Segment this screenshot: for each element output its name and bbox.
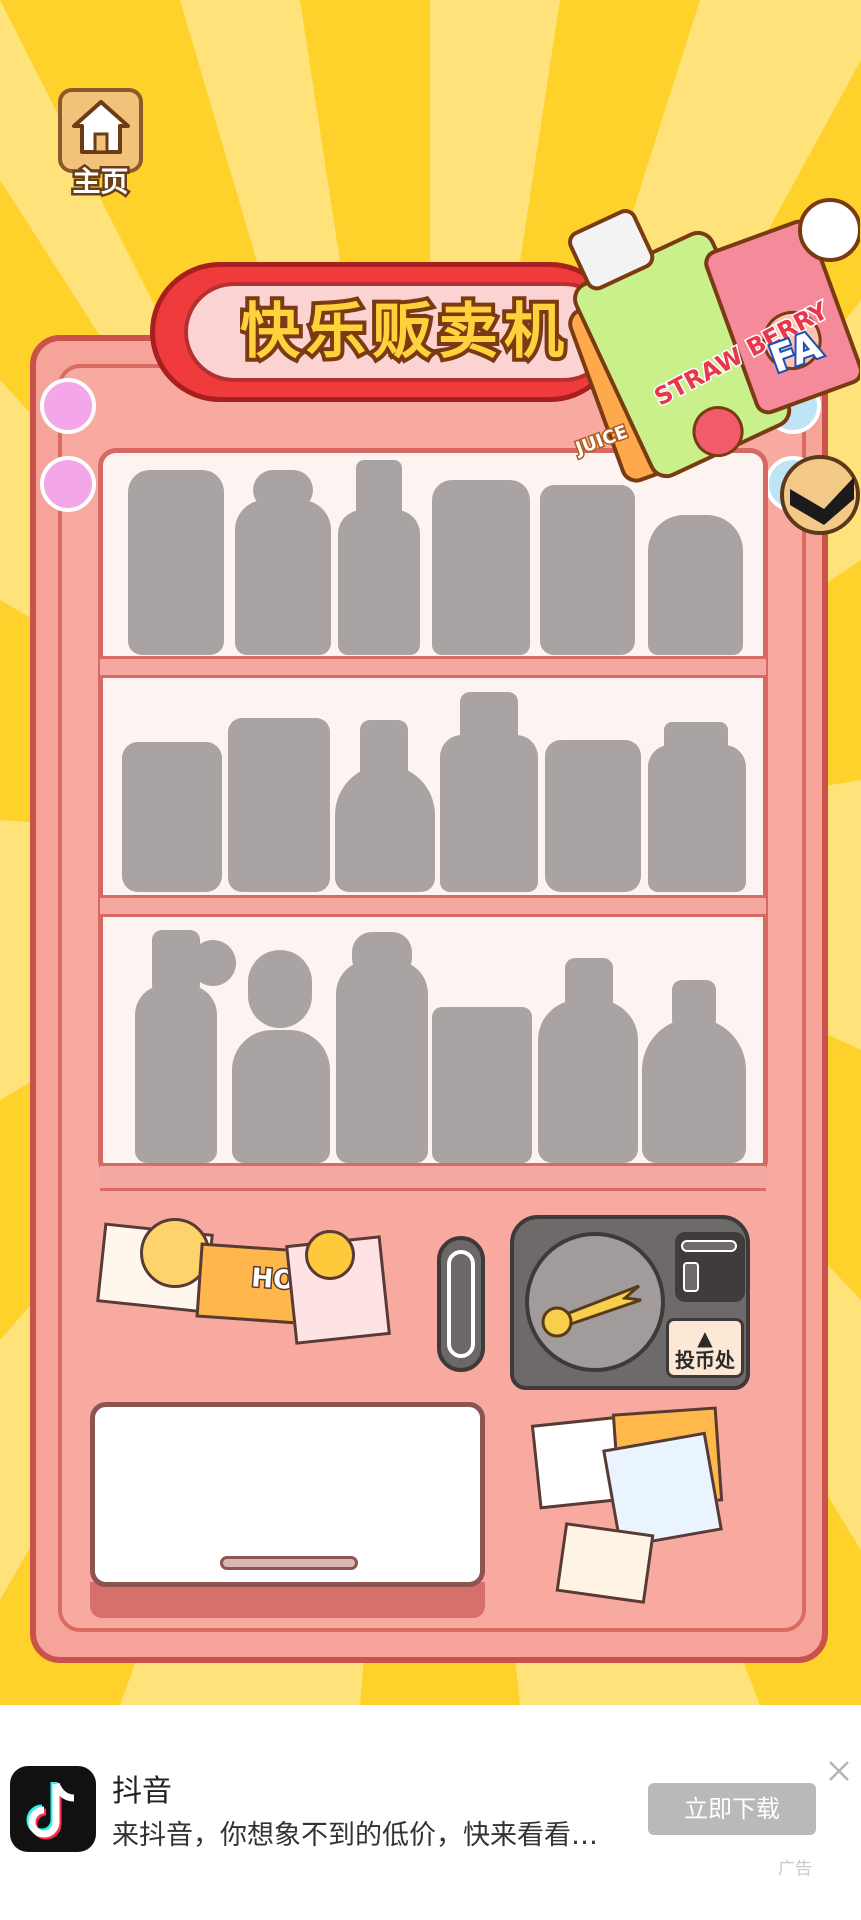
drink-silhouette-cap [565, 958, 613, 1013]
pickup-tray-shadow [90, 1582, 485, 1618]
drink-silhouette[interactable] [228, 718, 330, 892]
coin-insert-text: 投币处 [675, 1348, 735, 1372]
drink-silhouette[interactable] [648, 515, 743, 655]
download-button[interactable]: 立即下载 [648, 1783, 816, 1835]
drink-silhouette[interactable] [122, 742, 222, 892]
coin-sticker [305, 1230, 355, 1280]
pickup-tray-handle[interactable] [220, 1556, 358, 1570]
drink-silhouette-cap [248, 950, 312, 1028]
key-icon [541, 1284, 642, 1338]
home-icon [72, 100, 130, 154]
ad-tag: 广告 [778, 1859, 812, 1879]
drink-silhouette[interactable] [540, 485, 635, 655]
poster-sticker [555, 1522, 655, 1604]
side-knob [40, 456, 96, 512]
ad-title: 抖音 [112, 1774, 172, 1809]
drink-silhouette[interactable] [335, 765, 435, 892]
drink-silhouette[interactable] [432, 1007, 532, 1163]
home-label: 主页 [70, 163, 131, 201]
drink-silhouette-flower [190, 940, 236, 986]
drink-silhouette[interactable] [545, 740, 641, 892]
close-icon[interactable] [826, 1758, 852, 1784]
drink-silhouette[interactable] [440, 735, 538, 892]
coin-slot[interactable] [675, 1232, 745, 1302]
drink-silhouette-cap [664, 722, 728, 757]
shelf [100, 656, 766, 678]
drink-silhouette-cap [352, 932, 412, 978]
drink-silhouette[interactable] [232, 1030, 330, 1163]
drink-silhouette[interactable] [128, 470, 224, 655]
drink-silhouette-cap [460, 692, 518, 747]
shelf [100, 1163, 766, 1191]
drink-silhouette[interactable] [336, 960, 428, 1163]
drink-silhouette-cap [356, 460, 402, 520]
drink-silhouette[interactable] [642, 1018, 746, 1163]
drink-silhouette[interactable] [432, 480, 530, 655]
drink-silhouette[interactable] [648, 745, 746, 892]
shelf [100, 895, 766, 917]
drink-silhouette[interactable] [338, 510, 420, 655]
drink-silhouette-cap [360, 720, 408, 780]
badge-icon[interactable] [780, 455, 860, 535]
drink-silhouette[interactable] [538, 1000, 638, 1163]
coin-dial[interactable] [525, 1232, 665, 1372]
side-knob [40, 378, 96, 434]
drink-silhouette-cap [672, 980, 716, 1030]
coin-insert-label[interactable]: ▲ 投币处 [666, 1318, 744, 1378]
up-arrow-icon: ▲ [697, 1326, 713, 1350]
coin-return-slot-inner [447, 1250, 475, 1358]
drink-silhouette[interactable] [235, 500, 331, 655]
tiktok-icon[interactable] [10, 1766, 96, 1852]
drink-silhouette[interactable] [135, 985, 217, 1163]
drink-silhouette-cap [253, 470, 313, 510]
ad-description: 来抖音，你想象不到的低价，快来看看… [112, 1820, 598, 1851]
